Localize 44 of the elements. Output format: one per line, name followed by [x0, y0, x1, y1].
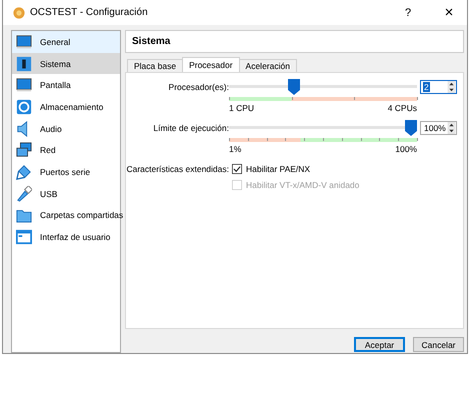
sidebar-item[interactable]: General: [12, 31, 120, 53]
max-label: 4 CPUs: [388, 103, 417, 113]
slider-label: Procesador(es):: [168, 82, 229, 92]
sidebar-item[interactable]: Pantalla: [12, 74, 120, 96]
checkbox-label: Habilitar PAE/NX: [246, 164, 310, 174]
sidebar-item[interactable]: Red: [12, 139, 120, 162]
section-title: Sistema: [132, 36, 170, 47]
sidebar-item[interactable]: Interfaz de usuario: [12, 226, 120, 248]
window-icon: [16, 229, 32, 246]
slider-thumb[interactable]: [288, 79, 300, 95]
sidebar-item[interactable]: Puertos serie: [12, 161, 120, 183]
usb-icon: [16, 186, 32, 202]
dialog-button[interactable]: Cancelar: [413, 337, 464, 352]
monitor-icon: [16, 77, 32, 94]
tab[interactable]: Aceleración: [238, 59, 297, 72]
sidebar-item[interactable]: Almacenamiento: [12, 96, 120, 118]
slider-thumb[interactable]: [405, 120, 417, 136]
sidebar-item[interactable]: Sistema: [12, 52, 120, 74]
disk-icon: [16, 98, 32, 115]
monitor-icon: [16, 34, 32, 50]
field-label: Características extendidas:: [126, 164, 229, 174]
checkbox-label: Habilitar VT-x/AMD-V anidado: [246, 180, 360, 190]
sidebar-item[interactable]: Audio: [12, 118, 120, 140]
close-button[interactable]: ×: [431, 0, 467, 24]
window-title: OCSTEST - Configuración: [30, 7, 148, 18]
min-label: 1 CPU: [229, 103, 254, 113]
slider-label: Límite de ejecución:: [152, 123, 229, 133]
max-label: 100%: [395, 144, 417, 154]
spin-arrows-icon[interactable]: [447, 122, 456, 134]
spin-arrows-icon[interactable]: [447, 81, 456, 93]
checkbox[interactable]: [232, 164, 242, 174]
dialog-button[interactable]: Aceptar: [354, 337, 405, 352]
spin-box[interactable]: 100%: [420, 121, 457, 135]
folder-icon: [16, 207, 32, 224]
help-button[interactable]: ?: [390, 0, 426, 24]
tab[interactable]: Placa base: [127, 59, 184, 72]
network-icon: [16, 142, 32, 158]
min-label: 1%: [229, 144, 242, 154]
spin-box[interactable]: 2: [420, 80, 457, 94]
sidebar-item[interactable]: USB: [12, 182, 120, 204]
app-icon: [13, 6, 25, 18]
slider[interactable]: [229, 121, 417, 135]
tab[interactable]: Procesador: [182, 57, 240, 72]
slider[interactable]: [229, 80, 417, 94]
